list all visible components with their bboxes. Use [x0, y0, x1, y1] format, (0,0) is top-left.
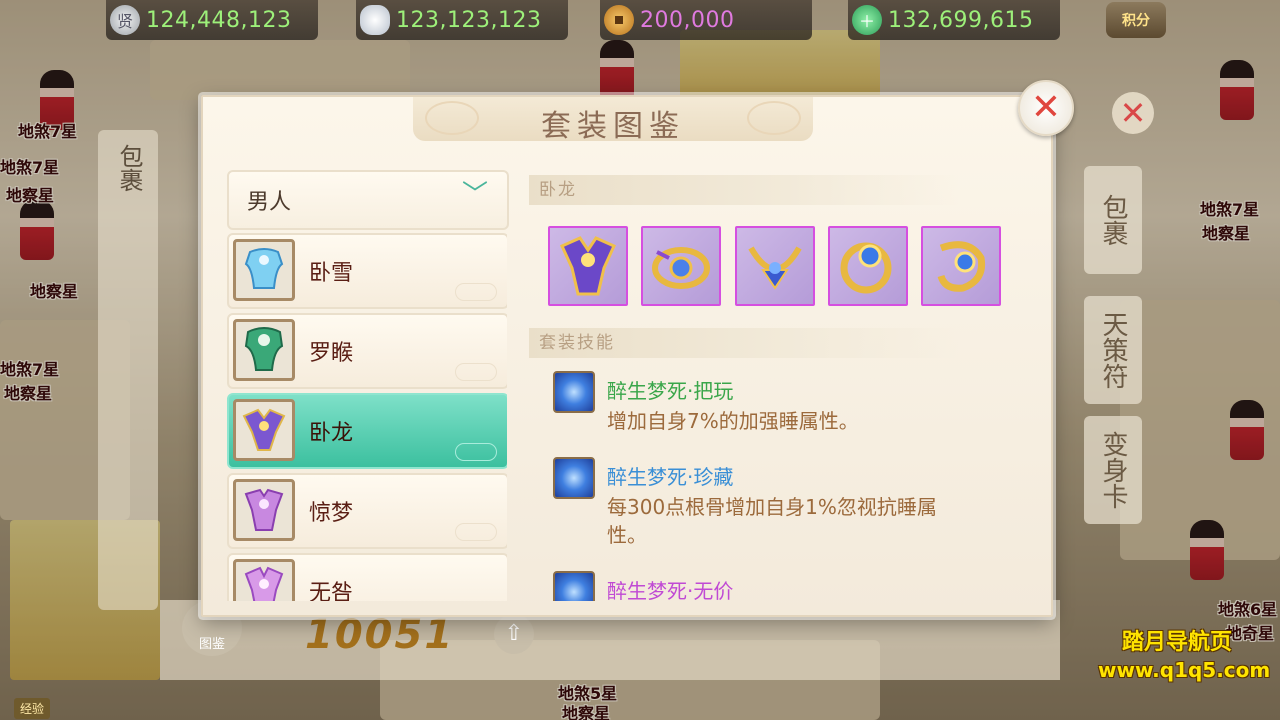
chevron-down-icon: ﹀	[461, 180, 488, 210]
side-tab-label: 包裹	[1098, 194, 1128, 246]
side-tab-transform[interactable]: 变身卡	[1084, 416, 1142, 524]
skills-header-label: 套装技能	[539, 333, 615, 353]
set-item-luohou[interactable]: 罗睺	[227, 313, 507, 389]
set-catalog-dialog: 套装图鉴 男人 ﹀ 卧雪 罗睺 卧龙 惊梦 无咎 卧龙 套装技能 醉生梦死·把玩…	[201, 95, 1053, 617]
score-value: 10051	[305, 612, 455, 658]
exp-label: 经验	[14, 698, 51, 719]
set-item-woxue[interactable]: 卧雪	[227, 233, 507, 309]
silver-coin-icon: 贤	[110, 5, 140, 35]
currency-value: 200,000	[640, 7, 735, 33]
dialog-title: 套装图鉴	[541, 109, 685, 144]
gender-dropdown[interactable]: 男人 ﹀	[227, 170, 509, 230]
watermark-title: 踏月导航页	[1122, 630, 1233, 655]
swirl-skill-icon	[553, 371, 595, 413]
skills-list[interactable]: 醉生梦死·把玩 增加自身7%的加强睡属性。 醉生梦死·珍藏 每300点根骨增加自…	[523, 357, 1043, 601]
set-name: 卧雪	[309, 261, 354, 286]
currency-silver: 贤 124,448,123	[106, 0, 318, 40]
cloud-ornament-icon	[455, 363, 497, 381]
background-close-icon[interactable]: ✕	[1112, 92, 1154, 134]
currency-value: 132,699,615	[888, 7, 1034, 33]
set-name: 惊梦	[309, 501, 354, 526]
set-name: 无咎	[309, 581, 354, 601]
current-set-name: 卧龙	[539, 180, 577, 200]
equip-slot-boots[interactable]	[921, 226, 1001, 306]
jade-add-icon[interactable]: ＋	[852, 5, 882, 35]
set-item-wujiu[interactable]: 无咎	[227, 553, 507, 601]
skills-header: 套装技能	[529, 328, 959, 358]
set-name: 罗睺	[309, 341, 354, 366]
equip-slot-belt[interactable]	[641, 226, 721, 306]
bag-panel-tab[interactable]: 包裹	[98, 130, 158, 610]
close-dialog-button[interactable]: ✕	[1018, 80, 1074, 136]
set-thumbnail-icon	[233, 319, 295, 381]
upgrade-arrow-icon[interactable]: ⇧	[494, 614, 534, 654]
skill-title: 醉生梦死·把玩	[607, 379, 734, 403]
skill-description: 增加自身7%的加强睡属性。	[607, 409, 859, 433]
currency-value: 123,123,123	[396, 7, 542, 33]
side-tab-label: 天策符	[1098, 311, 1128, 389]
gender-selected-value: 男人	[247, 190, 292, 215]
watermark-url: www.q1q5.com	[1098, 658, 1271, 682]
skill-description: 每300点根骨增加自身1%忽视抗睡属性。	[607, 495, 937, 547]
set-thumbnail-icon	[233, 559, 295, 601]
points-label: 积分	[1122, 13, 1150, 29]
cloud-ornament-icon	[455, 523, 497, 541]
bag-tab-label: 包裹	[115, 144, 143, 192]
set-list[interactable]: 卧雪 罗睺 卧龙 惊梦 无咎	[227, 233, 507, 601]
copper-coin-icon	[604, 5, 634, 35]
swirl-skill-icon	[553, 571, 595, 601]
close-icon: ✕	[1030, 87, 1062, 128]
cloud-ornament-icon	[455, 283, 497, 301]
equip-slot-ring[interactable]	[828, 226, 908, 306]
equip-slot-armor[interactable]	[548, 226, 628, 306]
cloud-ornament-icon	[455, 443, 497, 461]
dialog-title-bar: 套装图鉴	[413, 97, 813, 144]
tujian-label: 图鉴	[198, 637, 225, 652]
set-thumbnail-icon	[233, 399, 295, 461]
set-item-jingmeng[interactable]: 惊梦	[227, 473, 507, 549]
side-tab-bag[interactable]: 包裹	[1084, 166, 1142, 274]
swirl-skill-icon	[553, 457, 595, 499]
current-set-header: 卧龙	[529, 175, 959, 205]
set-thumbnail-icon	[233, 479, 295, 541]
set-thumbnail-icon	[233, 239, 295, 301]
currency-jade[interactable]: ＋ 132,699,615	[848, 0, 1060, 40]
side-tab-label: 变身卡	[1098, 431, 1128, 509]
set-item-wolong[interactable]: 卧龙	[227, 393, 507, 469]
side-tab-tiance[interactable]: 天策符	[1084, 296, 1142, 404]
skill-title: 醉生梦死·无价	[607, 579, 734, 601]
skill-title: 醉生梦死·珍藏	[607, 465, 734, 489]
silver-ingot-icon	[360, 5, 390, 35]
set-name: 卧龙	[309, 421, 354, 446]
currency-value: 124,448,123	[146, 7, 292, 33]
currency-ingot: 123,123,123	[356, 0, 568, 40]
points-button[interactable]: 积分	[1106, 2, 1166, 38]
equip-slot-necklace[interactable]	[735, 226, 815, 306]
currency-copper: 200,000	[600, 0, 812, 40]
